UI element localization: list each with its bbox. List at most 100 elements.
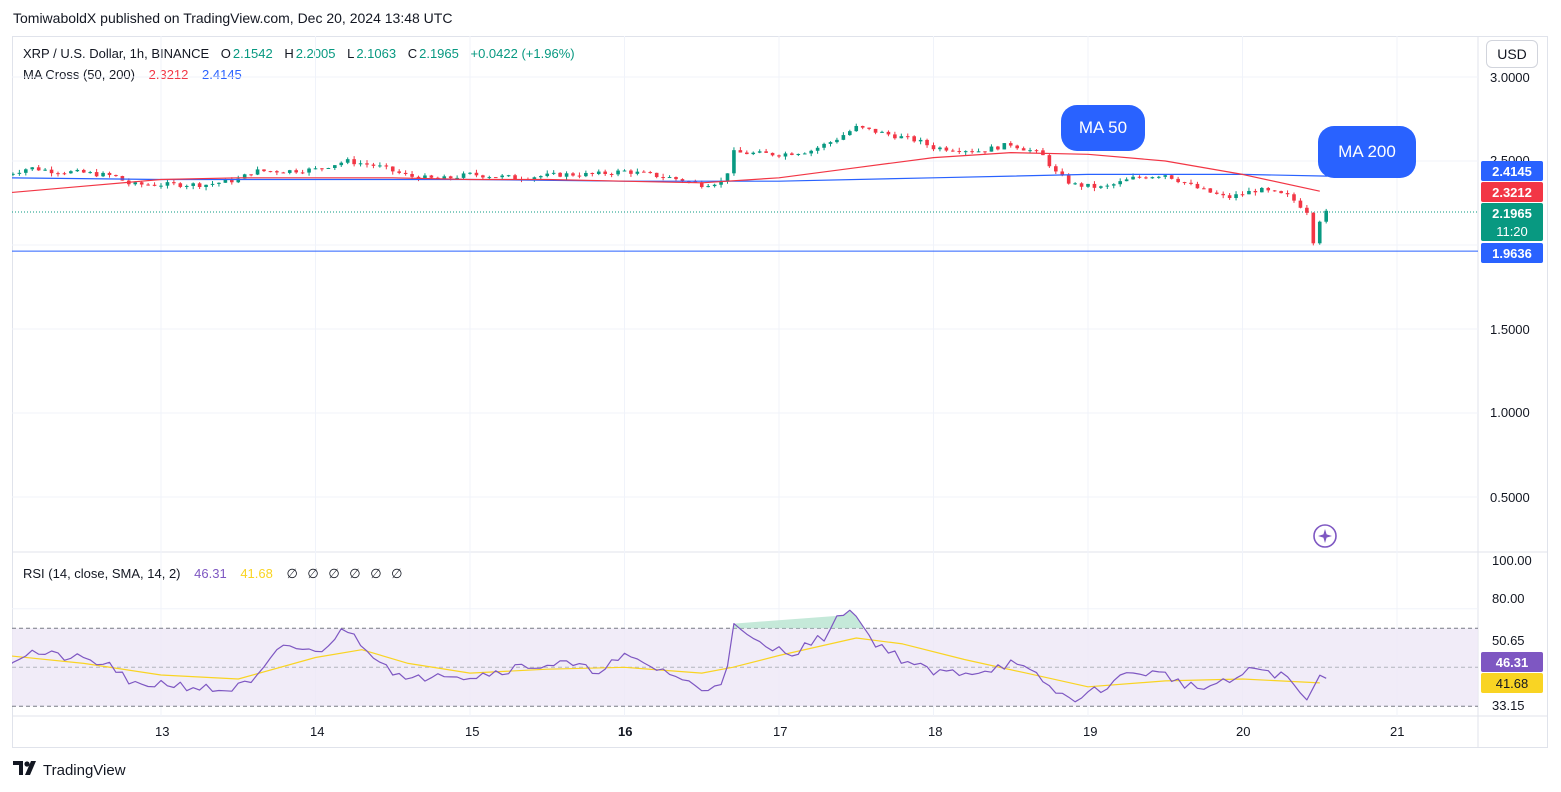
candle-body bbox=[1317, 221, 1322, 244]
candle-body bbox=[49, 169, 54, 174]
candle-body bbox=[107, 172, 112, 176]
candle-body bbox=[822, 143, 826, 148]
candle-body bbox=[706, 186, 710, 188]
candle-body bbox=[1015, 145, 1019, 149]
candle-body bbox=[1285, 193, 1290, 195]
candle-body bbox=[165, 182, 170, 186]
candle-body bbox=[996, 146, 1000, 150]
candle-body bbox=[339, 162, 344, 166]
candle-body bbox=[899, 136, 904, 139]
rsi-legend: RSI (14, close, SMA, 14, 2) 46.31 41.68 … bbox=[23, 566, 408, 582]
candle-body bbox=[1054, 166, 1058, 172]
candle-body bbox=[770, 152, 775, 156]
candle-body bbox=[1079, 183, 1084, 187]
candle-body bbox=[1150, 177, 1155, 179]
ma200-callout[interactable]: MA 200 bbox=[1318, 126, 1416, 178]
candle-body bbox=[1240, 194, 1245, 196]
candle-body bbox=[1234, 194, 1238, 198]
candle-body bbox=[184, 185, 189, 187]
candle-body bbox=[468, 172, 472, 174]
last-price-tag: 2.1965 bbox=[1481, 203, 1543, 223]
rsi-legend-value: 46.31 bbox=[194, 566, 227, 581]
candle-body bbox=[642, 171, 646, 173]
ma200-price-tag: 2.4145 bbox=[1481, 161, 1543, 181]
candle-body bbox=[506, 175, 511, 177]
candle-body bbox=[732, 150, 736, 174]
price-axis-label: 3.0000 bbox=[1490, 70, 1530, 85]
candle-body bbox=[1189, 182, 1193, 184]
candle-body bbox=[880, 131, 884, 133]
tradingview-brand-text: TradingView bbox=[43, 762, 126, 779]
candle-body bbox=[905, 136, 910, 138]
tradingview-logo-icon bbox=[13, 761, 39, 780]
candle-body bbox=[751, 152, 756, 155]
rsi-sma-legend-value: 41.68 bbox=[240, 566, 273, 581]
candle-body bbox=[275, 171, 279, 173]
candle-body bbox=[210, 183, 215, 185]
candle-body bbox=[268, 171, 273, 173]
candle-body bbox=[191, 183, 195, 186]
time-axis-label: 21 bbox=[1390, 724, 1405, 739]
candle-body bbox=[1131, 176, 1135, 180]
candle-body bbox=[938, 147, 942, 150]
sparkle-icon[interactable] bbox=[1313, 524, 1337, 548]
candle-body bbox=[474, 172, 479, 176]
candle-body bbox=[1208, 188, 1213, 193]
rsi-legend-label[interactable]: RSI (14, close, SMA, 14, 2) bbox=[23, 566, 181, 581]
candle-body bbox=[558, 172, 562, 177]
candle-body bbox=[448, 176, 453, 179]
candle-body bbox=[378, 165, 382, 167]
candle-body bbox=[860, 125, 865, 128]
candle-body bbox=[1311, 212, 1316, 244]
candle-body bbox=[1169, 175, 1174, 179]
candle-body bbox=[1227, 195, 1232, 198]
horizontal-line-tag: 1.9636 bbox=[1481, 243, 1543, 263]
candle-body bbox=[1002, 143, 1007, 150]
tradingview-logo[interactable]: TradingView bbox=[13, 761, 126, 780]
candle-body bbox=[1066, 175, 1071, 184]
candle-body bbox=[764, 151, 768, 153]
candle-body bbox=[384, 165, 389, 167]
candle-body bbox=[281, 172, 286, 174]
candle-body bbox=[24, 169, 28, 173]
candle-body bbox=[802, 153, 807, 155]
candle-body bbox=[725, 173, 730, 181]
time-axis-label: 14 bbox=[310, 724, 325, 739]
candle-body bbox=[873, 128, 878, 133]
candle-body bbox=[88, 172, 92, 174]
candle-body bbox=[287, 170, 292, 173]
candle-body bbox=[249, 174, 253, 176]
candle-body bbox=[596, 171, 601, 175]
time-axis-label: 19 bbox=[1083, 724, 1098, 739]
candle-body bbox=[1073, 183, 1077, 185]
time-axis-label: 15 bbox=[465, 724, 480, 739]
candle-body bbox=[925, 139, 929, 146]
candle-body bbox=[867, 127, 871, 129]
candle-body bbox=[69, 171, 73, 174]
candle-body bbox=[403, 172, 408, 175]
candle-body bbox=[1008, 143, 1013, 146]
ma50-callout[interactable]: MA 50 bbox=[1061, 105, 1145, 151]
candle-body bbox=[120, 176, 125, 181]
rsi-value-tag: 46.31 bbox=[1481, 652, 1543, 672]
candle-body bbox=[777, 155, 781, 157]
candle-body bbox=[326, 168, 331, 170]
countdown-tag: 11:20 bbox=[1481, 221, 1543, 241]
candle-body bbox=[815, 147, 820, 151]
candle-body bbox=[197, 183, 202, 188]
candle-body bbox=[513, 175, 517, 180]
candle-body bbox=[101, 172, 105, 177]
candle-body bbox=[1111, 184, 1116, 186]
candle-body bbox=[1298, 200, 1303, 208]
candle-body bbox=[674, 177, 678, 180]
candle-body bbox=[390, 166, 395, 172]
candle-body bbox=[1028, 150, 1032, 152]
candle-body bbox=[957, 151, 962, 153]
candle-body bbox=[146, 184, 150, 186]
candle-body bbox=[487, 177, 492, 179]
candle-body bbox=[1260, 187, 1264, 193]
candle-body bbox=[481, 175, 485, 178]
time-axis-label: 20 bbox=[1236, 724, 1251, 739]
candle-body bbox=[12, 173, 15, 175]
candle-body bbox=[75, 169, 80, 172]
